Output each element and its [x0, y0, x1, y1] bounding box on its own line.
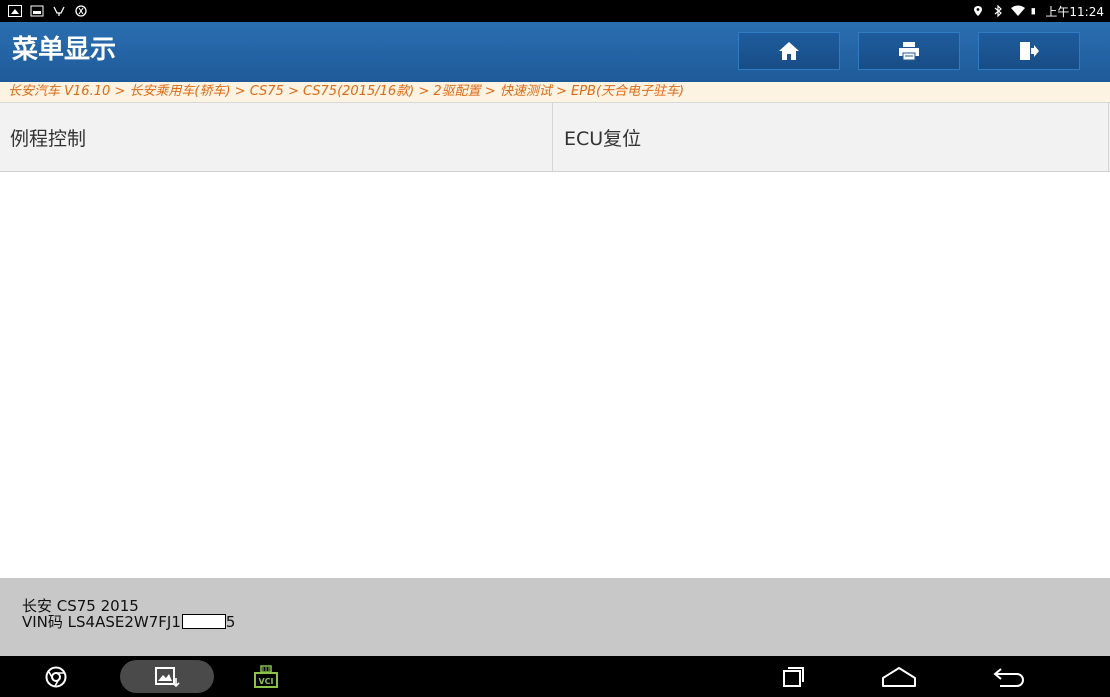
bluetooth-icon — [995, 5, 1003, 17]
back-arrow-icon — [993, 667, 1024, 687]
system-home-button[interactable] — [874, 656, 924, 697]
status-bar-left — [0, 5, 88, 17]
vehicle-info-footer: 长安 CS75 2015 VIN码 LS4ASE2W7FJ1 5 — [0, 578, 1110, 656]
location-icon — [974, 6, 983, 16]
menu-item-routine-control[interactable]: 例程控制 — [0, 103, 553, 171]
vin-redaction — [181, 614, 226, 629]
title-bar: 菜单显示 — [0, 22, 1110, 82]
status-bar: 上午11:24 — [0, 0, 1110, 22]
back-button[interactable] — [984, 656, 1034, 697]
notification-icon — [8, 5, 22, 17]
wifi-icon — [1011, 5, 1026, 16]
print-button[interactable] — [858, 32, 960, 70]
gallery-button[interactable] — [120, 660, 214, 693]
status-time: 上午11:24 — [1045, 4, 1104, 19]
menu-grid: 例程控制 ECU复位 — [0, 102, 1110, 172]
page-title: 菜单显示 — [12, 35, 117, 65]
printer-icon — [899, 42, 919, 61]
chrome-button[interactable] — [36, 656, 76, 697]
vci-icon: VCI — [254, 664, 278, 688]
vin-tail: 5 — [225, 613, 236, 631]
exit-icon — [1020, 42, 1039, 60]
battery-icon — [1031, 8, 1036, 15]
home-button[interactable] — [738, 32, 840, 70]
gallery-icon — [155, 666, 180, 687]
exit-button[interactable] — [978, 32, 1080, 70]
recent-apps-button[interactable] — [774, 656, 814, 697]
chrome-icon — [45, 666, 67, 687]
vin-line: VIN码 LS4ASE2W7FJ1 5 — [22, 613, 235, 631]
menu-item-ecu-reset[interactable]: ECU复位 — [554, 103, 1109, 171]
home-icon — [779, 42, 799, 60]
recent-apps-icon — [783, 666, 804, 687]
screenshot-icon — [30, 5, 44, 17]
settings-notification-icon — [75, 5, 87, 17]
home-outline-icon — [882, 666, 916, 687]
vci-button[interactable]: VCI — [246, 656, 286, 697]
breadcrumb: 长安汽车 V16.10 > 长安乘用车(轿车) > CS75 > CS75(20… — [0, 82, 1110, 102]
svg-text:VCI: VCI — [258, 677, 273, 686]
usb-icon — [53, 6, 65, 16]
vin-text: VIN码 LS4ASE2W7FJ1 — [22, 613, 181, 631]
status-bar-right: 上午11:24 — [971, 3, 1110, 20]
navigation-bar: VCI — [0, 656, 1110, 697]
